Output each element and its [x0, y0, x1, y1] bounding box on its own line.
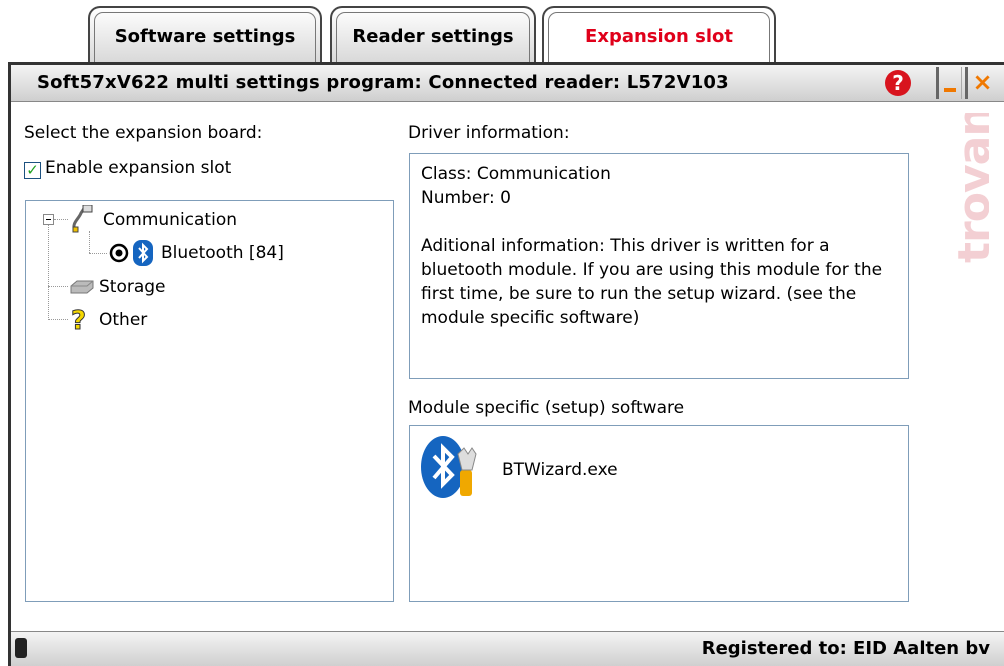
- title-bar[interactable]: Soft57xV622 multi settings program: Conn…: [11, 65, 1004, 102]
- tree-item-label: Storage: [99, 277, 166, 297]
- module-item-label: BTWizard.exe: [502, 460, 618, 480]
- tree-item-label: Communication: [103, 210, 237, 230]
- tree-item-label: Other: [99, 310, 148, 330]
- question-mark-icon: ?: [71, 306, 87, 334]
- close-button[interactable]: ×: [965, 67, 997, 99]
- enable-expansion-checkbox[interactable]: ✓: [24, 162, 41, 179]
- cable-icon: [72, 205, 93, 233]
- select-board-label: Select the expansion board:: [24, 123, 263, 143]
- selected-radio-icon: [109, 243, 129, 263]
- bluetooth-wizard-icon: [421, 436, 477, 498]
- main-window: Soft57xV622 multi settings program: Conn…: [8, 62, 1004, 666]
- tab-label: Expansion slot: [585, 26, 733, 47]
- help-button[interactable]: ?: [885, 70, 911, 96]
- status-bar: Registered to: EID Aalten bv: [11, 631, 1004, 666]
- tree-connector: [48, 286, 68, 287]
- tab-label: Software settings: [114, 26, 296, 47]
- tree-connector: [54, 219, 68, 220]
- tree-connector: [89, 231, 90, 253]
- expansion-board-tree[interactable]: Communication Bluetooth [84] Storage ? O…: [25, 200, 394, 602]
- trovan-watermark: trovan: [949, 113, 989, 263]
- window-title: Soft57xV622 multi settings program: Conn…: [37, 72, 729, 93]
- registered-to-text: Registered to: EID Aalten bv: [701, 638, 990, 659]
- tab-label: Reader settings: [352, 26, 514, 47]
- bluetooth-icon: [133, 240, 153, 266]
- minimize-button[interactable]: [936, 67, 962, 99]
- tab-reader-settings[interactable]: Reader settings: [330, 6, 536, 62]
- tab-software-settings[interactable]: Software settings: [88, 6, 322, 62]
- driver-information-box: Class: Communication Number: 0 Aditional…: [409, 153, 909, 379]
- driver-class: Class: Communication: [421, 164, 611, 184]
- driver-information-label: Driver information:: [408, 123, 570, 143]
- tree-connector: [89, 253, 107, 254]
- tab-expansion-slot[interactable]: Expansion slot: [542, 6, 776, 66]
- collapse-toggle[interactable]: [43, 214, 54, 225]
- module-software-list[interactable]: BTWizard.exe: [409, 425, 909, 602]
- hard-drive-icon: [70, 280, 94, 294]
- module-software-label: Module specific (setup) software: [408, 398, 685, 418]
- tree-connector: [48, 225, 49, 320]
- svg-text:?: ?: [71, 306, 86, 333]
- connection-status-icon: [15, 638, 27, 658]
- enable-expansion-checkbox-row[interactable]: ✓ Enable expansion slot: [24, 158, 231, 179]
- driver-additional-info: Aditional information: This driver is wr…: [421, 236, 883, 328]
- tree-item-label: Bluetooth [84]: [161, 243, 284, 263]
- enable-expansion-label: Enable expansion slot: [45, 158, 232, 178]
- driver-number: Number: 0: [421, 188, 511, 208]
- tree-connector: [48, 319, 68, 320]
